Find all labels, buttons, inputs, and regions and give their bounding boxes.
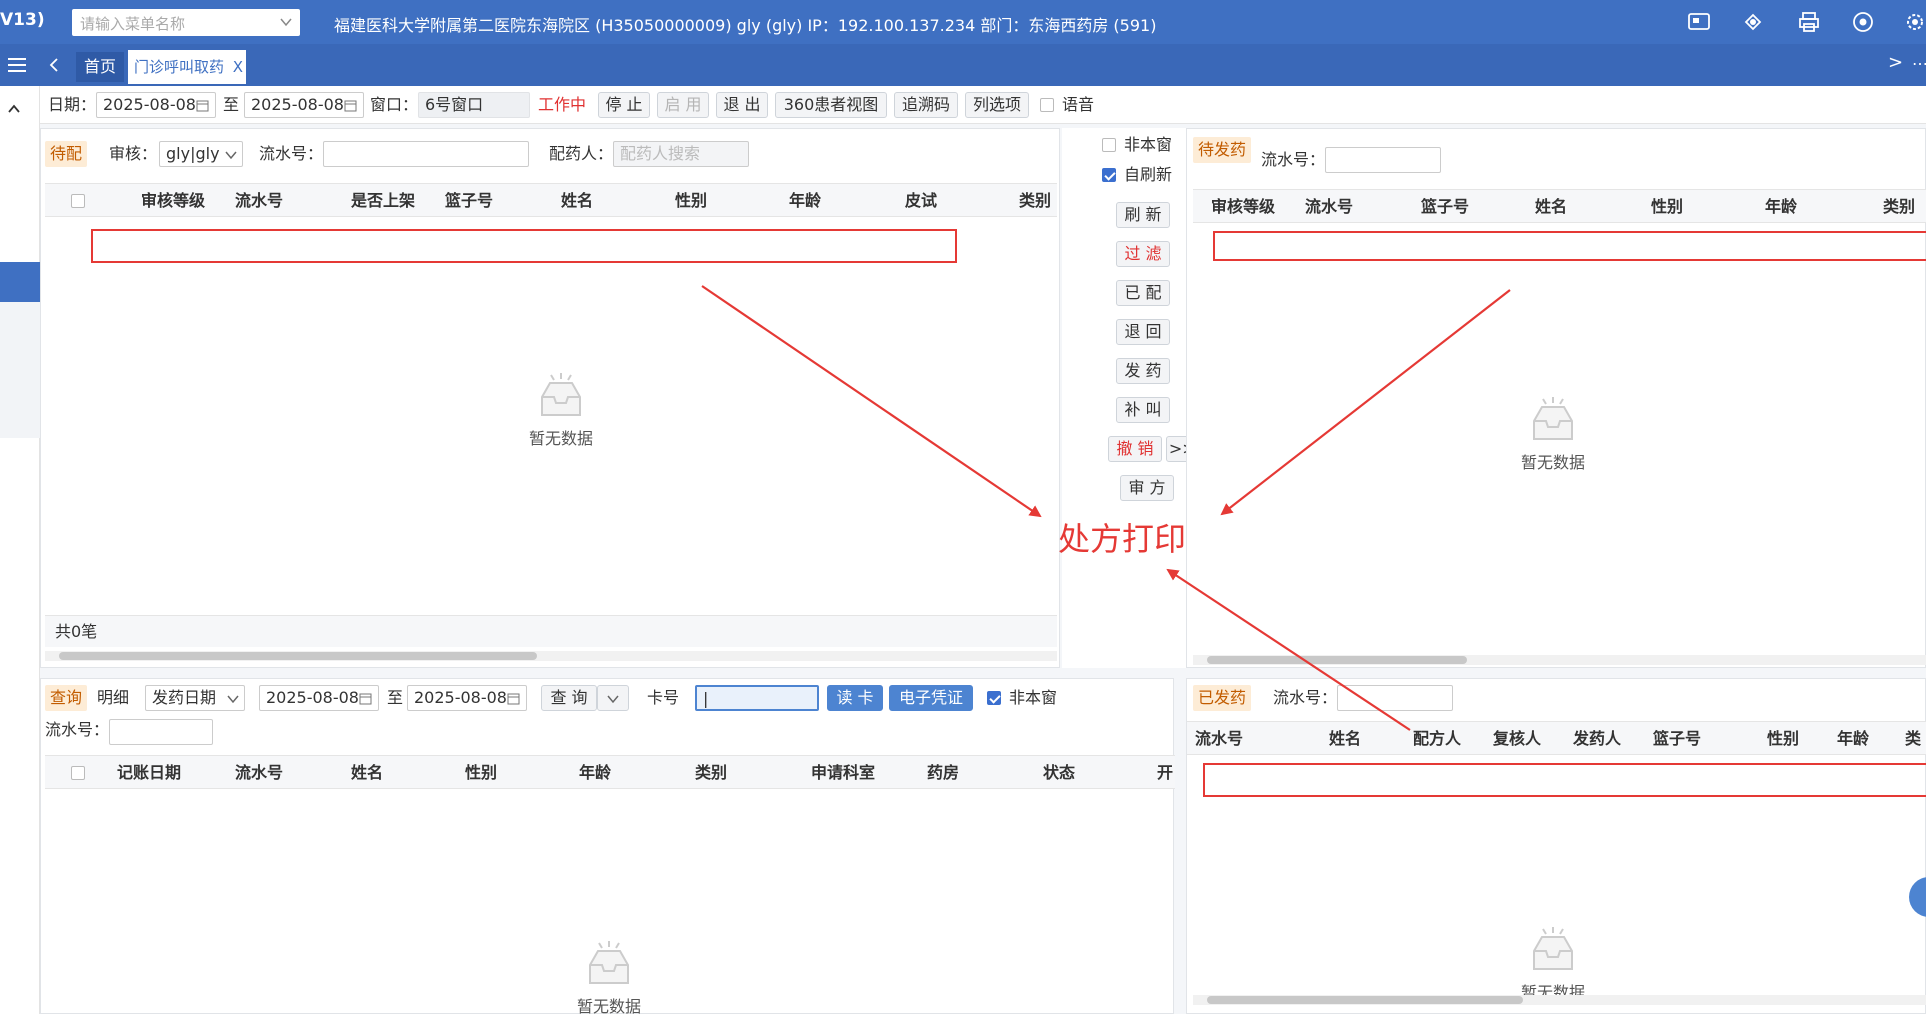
arrow-annotation bbox=[1166, 568, 1411, 731]
annotation-label: 处方打印 bbox=[1058, 520, 1187, 558]
arrow-annotation bbox=[1220, 289, 1511, 516]
annotation-overlay bbox=[701, 285, 1511, 731]
arrow-annotation bbox=[701, 285, 1042, 518]
